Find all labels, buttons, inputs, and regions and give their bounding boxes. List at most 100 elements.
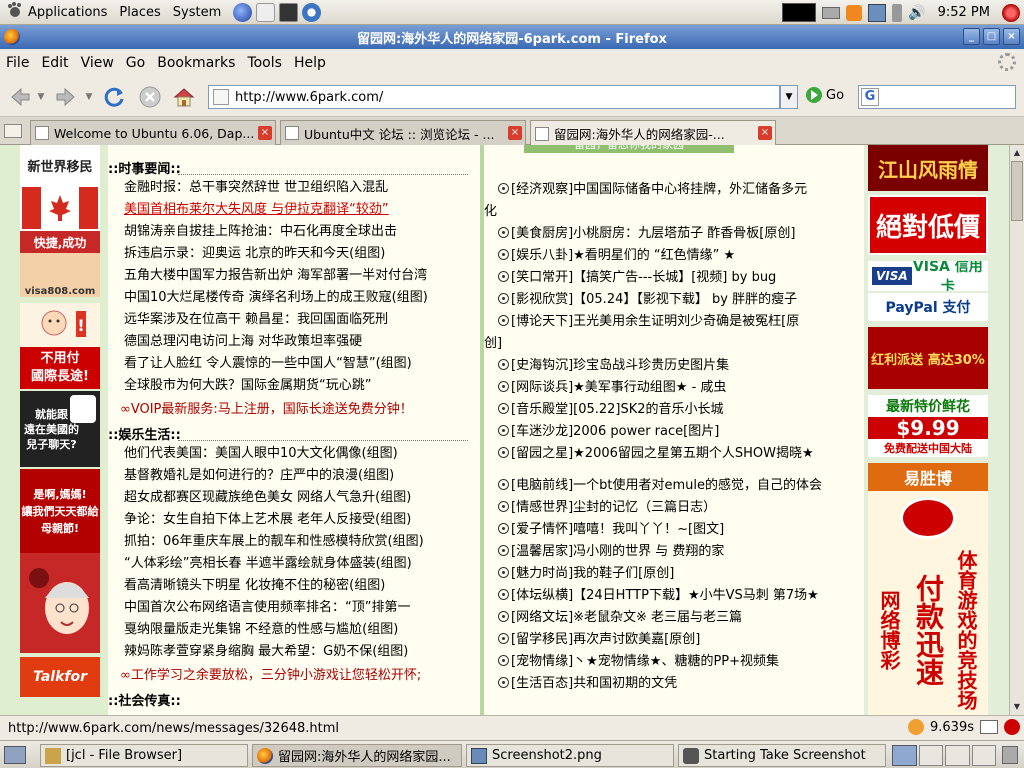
ad-visa808[interactable]: visa808.com [20, 253, 100, 297]
forum-link[interactable]: [音乐殿堂][05.22]SK2的音乐小长城 [498, 399, 724, 421]
ad-jiangshan[interactable]: 江山风雨情 [868, 145, 988, 191]
trash-icon[interactable] [1002, 746, 1018, 764]
home-button[interactable] [170, 83, 198, 111]
entertainment-link[interactable]: 辣妈陈孝萱穿紧身缩胸 最大希望：G奶不保(组图) [124, 641, 408, 663]
promo-games[interactable]: ∞工作学习之余要放松，三分钟小游戏让您轻松开怀; [120, 665, 421, 687]
entertainment-link[interactable]: “人体彩绘”亮相长春 半遮半露绘就身体盛装(组图) [124, 553, 412, 575]
workspace-4[interactable] [971, 745, 996, 766]
ad-absolute-low-price[interactable]: 絕對低價 [868, 195, 988, 255]
shutdown-icon[interactable] [1002, 3, 1020, 22]
ad-new-world-immigration[interactable]: 新世界移民 [20, 145, 100, 185]
entertainment-link[interactable]: 中国首次公布网络语言使用频率排名：“顶”排第一 [124, 597, 410, 619]
network-icon[interactable] [868, 3, 887, 22]
forum-link[interactable]: [网际谈兵]★美军事行动组图★ - 咸虫 [498, 377, 726, 399]
menu-go[interactable]: Go [120, 55, 151, 71]
removable-drive-icon[interactable] [822, 6, 841, 19]
tab-close-icon[interactable]: × [258, 126, 272, 140]
forum-link[interactable]: [宠物情缘]丶★宠物情缘★、糖糖的PP+视频集 [498, 651, 779, 673]
back-history-dropdown[interactable]: ▼ [34, 83, 48, 111]
show-desktop-icon[interactable] [4, 746, 26, 764]
ad-flowers-price[interactable]: $9.99 [868, 417, 988, 439]
mail-status-icon[interactable] [980, 720, 998, 734]
news-link[interactable]: 中国10大烂尾楼传奇 演绎名利场上的成王败寇(组图) [124, 287, 428, 309]
terminal-launcher-icon[interactable] [279, 2, 299, 22]
news-link[interactable]: 德国总理闪电访问上海 对华政策坦率强硬 [124, 331, 362, 353]
system-menu[interactable]: System [167, 0, 227, 25]
forum-link[interactable]: [电脑前线]一个bt使用者对emule的感觉，自己的体会 [498, 475, 822, 497]
news-link[interactable]: 美国首相布莱尔大失风度 与伊拉克翻译“较劲” [124, 199, 389, 221]
ad-call-son[interactable]: 就能跟 遠在美國的 兒子聊天? [20, 391, 100, 467]
menu-file[interactable]: File [0, 55, 35, 71]
stop-button[interactable] [136, 83, 164, 111]
workspace-3[interactable] [945, 745, 970, 766]
task-file-browser[interactable]: [jcl - File Browser] [40, 744, 248, 767]
ad-no-long-distance[interactable]: 不用付 國際長途! [20, 347, 100, 389]
news-link[interactable]: 五角大楼中国军力报告新出炉 海军部署一半对付台湾 [124, 265, 427, 287]
workspace-switcher[interactable] [892, 745, 996, 766]
ad-talkfor[interactable]: Talkfor [20, 657, 100, 697]
forward-history-dropdown[interactable]: ▼ [82, 83, 96, 111]
menu-view[interactable]: View [75, 55, 120, 71]
window-titlebar[interactable]: 留园网:海外华人的网络家园-6park.com - Firefox _ □ × [0, 25, 1024, 49]
adblock-icon[interactable] [1004, 719, 1020, 735]
forum-link[interactable]: [车迷沙龙]2006 power race[图片] [498, 421, 719, 443]
elderly-woman-image[interactable] [20, 553, 100, 653]
entertainment-link[interactable]: 看高清晰镜头下明星 化妆掩不住的秘密(组图) [124, 575, 385, 597]
news-link[interactable]: 远华案涉及在位高干 赖昌星：我回国面临死刑 [124, 309, 388, 331]
entertainment-link[interactable]: 超女成都赛区现藏族绝色美女 网络人气急升(组图) [124, 487, 411, 509]
forum-link[interactable]: [经济观察]中国国际储备中心将挂牌，外汇储备多元 [498, 179, 807, 201]
ad-yishengbo[interactable]: 易胜博 网络博彩 付款迅速 体育游戏的竞技场 [868, 463, 988, 715]
workspace-1[interactable] [892, 745, 917, 766]
ad-mothers-day[interactable]: 是啊,媽媽! 讓我們天天都給 母親節! [20, 469, 100, 553]
firefox-launcher-icon[interactable] [233, 2, 253, 22]
new-tab-icon[interactable] [4, 124, 22, 138]
scroll-thumb[interactable] [1011, 161, 1023, 221]
firefox-window-icon[interactable] [4, 29, 20, 45]
entertainment-link[interactable]: 戛纳限量版走光集锦 不经意的性感与尴尬(组图) [124, 619, 398, 641]
back-button[interactable] [6, 83, 34, 111]
url-history-dropdown[interactable]: ▼ [780, 85, 798, 109]
ad-bonus-30[interactable]: 红利派送 高达30% [868, 327, 988, 389]
update-notifier-icon[interactable] [846, 4, 863, 21]
tab-ubuntu-forum[interactable]: Ubuntu中文 论坛 :: 浏览论坛 - ... × [280, 120, 526, 145]
task-firefox[interactable]: 留园网:海外华人的网络家园... [252, 744, 462, 767]
forum-link-wrap[interactable]: 创] [484, 333, 502, 355]
menu-help[interactable]: Help [288, 55, 332, 71]
reload-button[interactable] [100, 83, 128, 111]
forum-link[interactable]: [博论天下]王光美用余生证明刘少奇确是被冤枉[原 [498, 311, 799, 333]
forum-link[interactable]: [生活百态]共和国初期的文凭 [498, 673, 677, 695]
page-scrollbar[interactable]: ▲ ▼ [1009, 145, 1024, 715]
forum-link[interactable]: [网络文坛]※老鼠杂文※ 老三届与老三篇 [498, 607, 742, 629]
menu-edit[interactable]: Edit [35, 55, 74, 71]
cartoon-girl-image[interactable]: ! [20, 303, 100, 347]
canada-flag-icon[interactable] [20, 185, 100, 231]
maximize-button[interactable]: □ [983, 28, 1000, 45]
forum-link[interactable]: [情感世界]尘封的记忆（三篇日志） [498, 497, 716, 519]
news-link[interactable]: 拆违启示录：迎奥运 北京的昨天和今天(组图) [124, 243, 385, 265]
ad-paypal[interactable]: PayPal 支付 [868, 293, 988, 321]
clock[interactable]: 9:52 PM [932, 5, 996, 20]
forum-link[interactable]: [温馨居家]冯小刚的世界 与 费翔的家 [498, 541, 724, 563]
forum-link[interactable]: [史海钩沉]珍宝岛战斗珍贵历史图片集 [498, 355, 729, 377]
close-window-button[interactable]: × [1003, 28, 1020, 45]
ad-fast-success[interactable]: 快捷,成功 [20, 231, 100, 253]
tab-ubuntu-welcome[interactable]: Welcome to Ubuntu 6.06, Dap... × [30, 120, 276, 145]
applications-menu[interactable]: Applications [0, 0, 113, 25]
workspace-2[interactable] [918, 745, 943, 766]
menu-tools[interactable]: Tools [241, 55, 288, 71]
forum-link[interactable]: [爱子情怀]嘻嘻！我叫丫丫！~[图文] [498, 519, 724, 541]
forum-link[interactable]: [娱乐八卦]★看明星们的 “红色情缘” ★ [498, 245, 735, 267]
promo-voip[interactable]: ∞VOIP最新服务:马上注册，国际长途送免费分钟！ [120, 399, 413, 421]
forum-link-wrap[interactable]: 化 [484, 201, 497, 223]
scroll-down-icon[interactable]: ▼ [1011, 700, 1023, 714]
forum-link[interactable]: [影视欣赏]【05.24】【影视下载】 by 胖胖的瘦子 [498, 289, 797, 311]
entertainment-link[interactable]: 基督教婚礼是如何进行的？庄严中的浪漫(组图) [124, 465, 394, 487]
forum-link[interactable]: [体坛纵横]【24日HTTP下载】★小牛VS马刺 第7场★ [498, 585, 819, 607]
news-link[interactable]: 金融时报：总干事突然辞世 世卫组织陷入混乱 [124, 177, 388, 199]
news-link[interactable]: 胡锦涛亲自拔挂上阵抢油：中石化再度全球出击 [124, 221, 397, 243]
ad-flowers-shipping[interactable]: 免费配送中国大陆 [868, 439, 988, 457]
news-link[interactable]: 看了让人脸红 令人震惊的一些中国人“智慧”(组图) [124, 353, 412, 375]
go-button[interactable]: Go [806, 87, 844, 103]
task-screenshot-image[interactable]: Screenshot2.png [466, 744, 674, 767]
minimize-button[interactable]: _ [963, 28, 980, 45]
